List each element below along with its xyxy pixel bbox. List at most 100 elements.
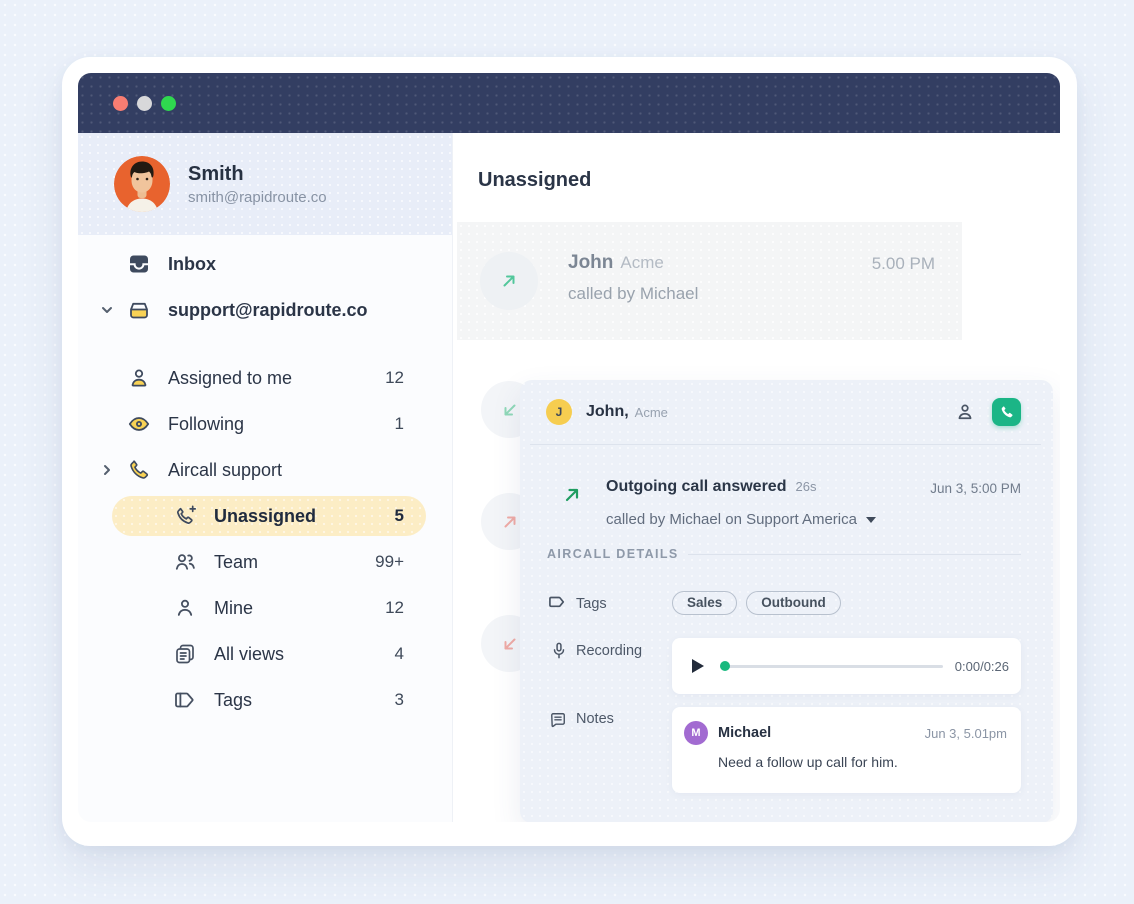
maximize-window-button[interactable] [161,95,176,111]
recording-label: Recording [576,643,643,659]
app-frame: Smith smith@rapidroute.co Inbox support@… [62,57,1077,846]
play-button[interactable] [692,659,704,673]
sidebar-item-label: Mine [214,597,254,618]
sidebar-item-label: Assigned to me [168,367,293,388]
profile-section[interactable]: Smith smith@rapidroute.co [78,133,452,235]
user-avatar [114,156,170,212]
event-title: Outgoing call answered [606,478,787,495]
sidebar-item-count: 4 [394,644,404,663]
sidebar: Smith smith@rapidroute.co Inbox support@… [78,133,453,822]
page-title: Unassigned [478,169,592,191]
note-header: M Michael Jun 3, 5.01pm [684,721,1007,745]
page-background: Smith smith@rapidroute.co Inbox support@… [0,0,1134,904]
sidebar-item-count: 12 [385,368,404,387]
sidebar-item-label: Team [214,551,259,572]
sidebar-item-aircall-support[interactable]: Aircall support [78,447,452,493]
note-body: Need a follow up call for him. [718,754,898,770]
microphone-icon [549,641,569,661]
call-contact-company: Acme [620,253,664,272]
minimize-window-button[interactable] [137,95,152,111]
contact-name: John, [586,403,629,420]
sidebar-item-support-inbox[interactable]: support@rapidroute.co [78,287,452,333]
sidebar-item-count: 3 [394,690,404,709]
sidebar-item-label: support@rapidroute.co [168,299,368,320]
sidebar-item-all-views[interactable]: All views 4 [78,631,452,677]
recording-player: 0:00/0:26 [672,638,1021,694]
call-time: 5.00 PM [871,254,935,273]
tag-pill-sales[interactable]: Sales [672,591,738,615]
sidebar-item-count: 99+ [375,552,404,571]
team-icon [172,549,198,575]
sidebar-item-label: Unassigned [214,505,317,526]
call-detail-panel: J John, Acme Outgoing call answered 26s … [520,380,1053,822]
chevron-down-icon[interactable] [100,303,114,317]
sidebar-item-label: Tags [214,689,253,710]
eye-icon [126,411,152,437]
phone-icon [1001,406,1013,418]
outgoing-call-answered-icon [560,483,584,507]
recording-time: 0:00/0:26 [954,658,1009,674]
tags-label: Tags [576,596,607,612]
header-divider [530,444,1041,445]
sidebar-item-label: Aircall support [168,459,283,480]
sidebar-item-label: Following [168,413,245,434]
slider-knob[interactable] [720,661,730,671]
person-outline-icon [172,595,198,621]
phone-icon [126,457,152,483]
sidebar-item-label: Inbox [168,253,216,274]
sidebar-item-count: 12 [385,598,404,617]
copies-icon [172,641,198,667]
note-icon [548,710,568,730]
window-titlebar [78,73,1060,133]
note-author-avatar: M [684,721,708,745]
sidebar-item-following[interactable]: Following 1 [78,401,452,447]
event-duration: 26s [795,479,817,494]
header-actions [953,398,1021,426]
caret-down-icon[interactable] [865,516,876,523]
sidebar-nav: Inbox support@rapidroute.co Assigned to … [78,235,452,723]
tag-icon [547,594,567,614]
event-title-row: Outgoing call answered 26s [606,478,816,496]
chevron-right-icon[interactable] [100,463,114,477]
notes-label: Notes [576,711,614,727]
mailbox-icon [126,297,152,323]
outgoing-call-icon [480,252,538,310]
assign-person-button[interactable] [953,400,977,424]
tag-pill-outbound[interactable]: Outbound [746,591,841,615]
section-divider [688,554,1021,555]
section-title: AIRCALL DETAILS [547,547,679,561]
note-timestamp: Jun 3, 5.01pm [924,725,1007,741]
note-card[interactable]: M Michael Jun 3, 5.01pm Need a follow up… [672,707,1021,793]
event-subtitle-row[interactable]: called by Michael on Support America [606,511,876,528]
note-author: Michael [718,725,772,741]
sidebar-item-label: All views [214,643,285,664]
app-window: Smith smith@rapidroute.co Inbox support@… [78,73,1060,822]
sidebar-item-team[interactable]: Team 99+ [78,539,452,585]
sidebar-item-tags[interactable]: Tags 3 [78,677,452,723]
event-timestamp: Jun 3, 5:00 PM [930,481,1021,496]
sidebar-item-inbox[interactable]: Inbox [78,241,452,287]
contact-avatar: J [546,399,572,425]
profile-name: Smith [188,163,244,185]
main-panel: Unassigned John Acme 5.00 PM called by Mi… [453,133,1060,822]
sidebar-item-assigned-to-me[interactable]: Assigned to me 12 [78,355,452,401]
detail-header: J John, Acme [520,380,1053,444]
contact-company: Acme [634,404,668,420]
tag-pills: Sales Outbound [672,591,841,615]
event-subtitle: called by Michael on Support America [606,511,857,528]
call-list-item[interactable]: John Acme 5.00 PM called by Michael [457,222,962,340]
call-button[interactable] [992,398,1021,426]
sidebar-item-unassigned[interactable]: Unassigned 5 [78,493,452,539]
call-subtitle: called by Michael [568,284,699,303]
nav-group-gap [78,333,452,355]
sidebar-item-count: 1 [394,414,404,433]
playback-slider[interactable] [720,661,943,671]
close-window-button[interactable] [113,95,128,111]
profile-text: Smith smith@rapidroute.co [188,162,327,206]
phone-add-icon [172,503,198,529]
tag-icon [172,687,198,713]
call-contact-name: John Acme [568,252,664,273]
sidebar-item-mine[interactable]: Mine 12 [78,585,452,631]
person-icon [126,365,152,391]
profile-email: smith@rapidroute.co [188,189,327,206]
